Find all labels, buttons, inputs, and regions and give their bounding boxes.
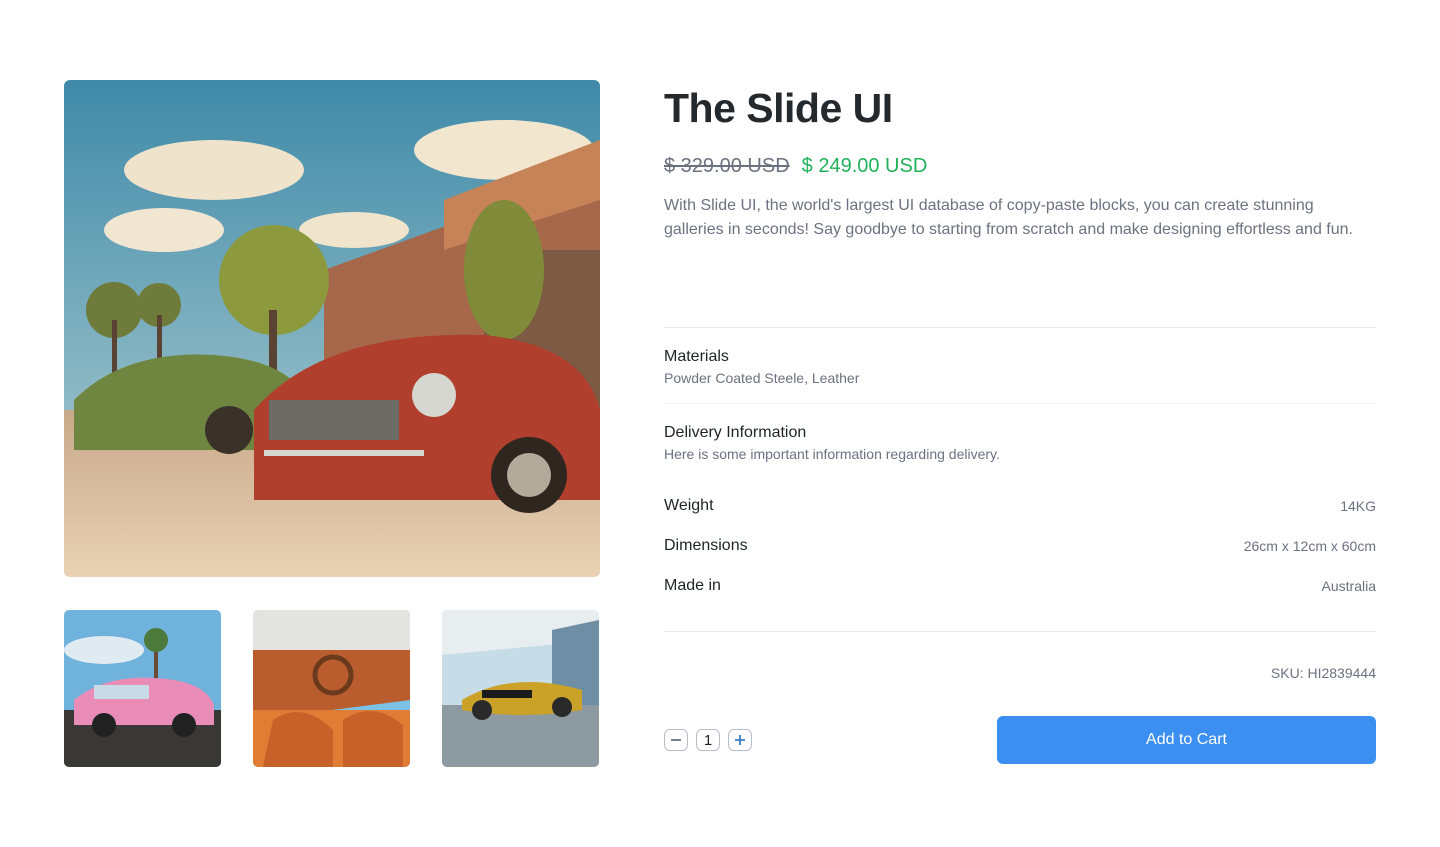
original-price: $ 329.00 USD: [664, 155, 790, 177]
spec-label: Dimensions: [664, 537, 748, 554]
increase-quantity-button[interactable]: [728, 729, 752, 751]
quantity-stepper: 1: [664, 729, 752, 751]
thumbnail-list: [64, 610, 600, 767]
product-description: With Slide UI, the world's largest UI da…: [664, 197, 1353, 238]
price-row: $ 329.00 USD $ 249.00 USD: [664, 152, 1376, 180]
divider: [664, 327, 1376, 328]
thumbnail-concept-car[interactable]: [442, 610, 599, 767]
materials-title: Materials: [664, 348, 729, 365]
spec-row-weight: Weight 14KG: [664, 497, 1376, 515]
main-product-image: [64, 80, 600, 577]
materials-value: Powder Coated Steele, Leather: [664, 370, 860, 386]
divider: [664, 631, 1376, 632]
quantity-value[interactable]: 1: [696, 729, 720, 751]
add-to-cart-button[interactable]: Add to Cart: [997, 716, 1376, 764]
thumbnail-car-interior[interactable]: [253, 610, 410, 767]
product-title: The Slide UI: [664, 85, 893, 131]
spec-label: Made in: [664, 577, 721, 594]
spec-label: Weight: [664, 497, 714, 514]
delivery-section: Delivery Information Here is some import…: [664, 422, 1376, 463]
decrease-quantity-button[interactable]: [664, 729, 688, 751]
delivery-title: Delivery Information: [664, 424, 807, 441]
minus-icon: [671, 739, 681, 741]
spec-row-dimensions: Dimensions 26cm x 12cm x 60cm: [664, 537, 1376, 555]
sale-price: $ 249.00 USD: [801, 155, 928, 177]
delivery-value: Here is some important information regar…: [664, 446, 1000, 462]
spec-value: 14KG: [1340, 498, 1376, 514]
product-gallery: [64, 80, 600, 767]
spec-value: 26cm x 12cm x 60cm: [1243, 538, 1376, 554]
sku-label: SKU: HI2839444: [1270, 665, 1376, 681]
product-details: The Slide UI $ 329.00 USD $ 249.00 USD W…: [664, 80, 1376, 764]
spec-row-made-in: Made in Australia: [664, 577, 1376, 595]
plus-icon: [735, 735, 745, 745]
spec-value: Australia: [1321, 578, 1376, 594]
thumbnail-pink-car[interactable]: [64, 610, 221, 767]
divider: [664, 403, 1376, 404]
materials-section: Materials Powder Coated Steele, Leather: [664, 346, 1376, 387]
